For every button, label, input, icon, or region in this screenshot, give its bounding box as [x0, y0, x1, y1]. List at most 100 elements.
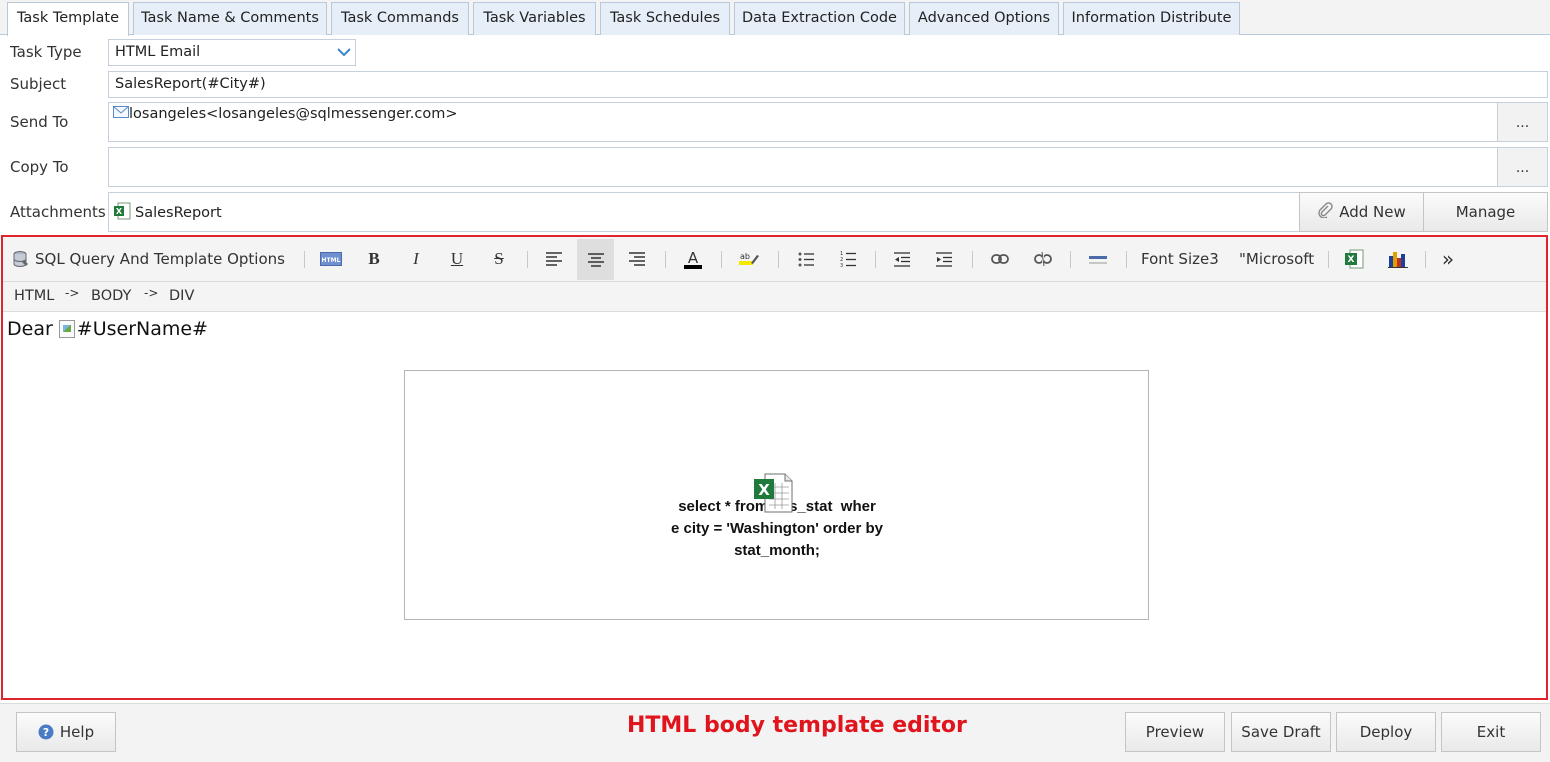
task-type-select[interactable]: HTML Email [108, 39, 356, 66]
save-draft-button[interactable]: Save Draft [1231, 712, 1331, 752]
attachments-label: Attachments [10, 203, 106, 221]
outdent-button[interactable] [889, 245, 915, 273]
strikethrough-button[interactable]: S [486, 245, 512, 273]
numbered-list-button[interactable]: 123 [835, 245, 861, 273]
tab-data-extraction-code[interactable]: Data Extraction Code [734, 2, 905, 35]
attachment-item-salesreport[interactable]: SalesReport [135, 205, 222, 221]
svg-text:HTML: HTML [322, 257, 341, 264]
horizontal-rule-button[interactable] [1085, 245, 1111, 273]
breadcrumb-item-html[interactable]: HTML [14, 288, 54, 304]
add-new-label: Add New [1339, 203, 1406, 221]
add-new-attachment-button[interactable]: Add New [1299, 192, 1424, 232]
copy-to-label: Copy To [10, 158, 69, 176]
toolbar-separator [304, 251, 305, 268]
align-center-button[interactable] [577, 239, 614, 280]
svg-text:X: X [116, 207, 123, 216]
deploy-button[interactable]: Deploy [1336, 712, 1436, 752]
tab-task-variables[interactable]: Task Variables [473, 2, 596, 35]
sql-query-options-label: SQL Query And Template Options [35, 250, 285, 268]
manage-attachments-button[interactable]: Manage [1423, 192, 1548, 232]
query-line: stat_month; [734, 542, 820, 559]
html-source-button[interactable]: HTML [318, 245, 344, 273]
toolbar-separator [875, 251, 876, 268]
element-path-breadcrumb: HTML -> BODY -> DIV [3, 282, 1546, 312]
html-body-editor: SQL Query And Template Options HTML B I … [1, 235, 1548, 700]
italic-button[interactable]: I [403, 245, 429, 273]
tab-task-template[interactable]: Task Template [7, 2, 129, 36]
tab-task-name-comments[interactable]: Task Name & Comments [133, 2, 327, 35]
toolbar-separator [527, 251, 528, 268]
toolbar-separator [665, 251, 666, 268]
help-button[interactable]: ? Help [16, 712, 116, 752]
svg-text:3: 3 [840, 263, 843, 267]
editor-content-area[interactable]: Dear #UserName# select * from s_stat whe… [3, 312, 1546, 698]
insert-excel-table-button[interactable]: X [1341, 245, 1367, 273]
font-color-button[interactable]: A [680, 245, 706, 273]
help-label: Help [59, 723, 95, 741]
copy-to-browse-button[interactable]: ... [1497, 147, 1548, 187]
preview-button[interactable]: Preview [1125, 712, 1225, 752]
paperclip-icon [1317, 202, 1333, 222]
greeting-text: Dear [7, 318, 53, 340]
indent-button[interactable] [931, 245, 957, 273]
svg-text:X: X [1348, 255, 1355, 265]
subject-value: SalesReport(#City#) [115, 76, 266, 92]
greeting-line: Dear #UserName# [7, 318, 208, 340]
copy-to-field[interactable] [108, 147, 1498, 187]
unlink-button[interactable] [1030, 245, 1056, 273]
align-left-button[interactable] [541, 245, 567, 273]
unlink-icon [1034, 251, 1052, 267]
font-name-select[interactable]: "Microsoft [1239, 245, 1314, 273]
toolbar-separator [778, 251, 779, 268]
tab-information-distribute[interactable]: Information Distribute [1063, 2, 1240, 35]
svg-text:A: A [688, 249, 699, 267]
breadcrumb-separator: -> [65, 286, 80, 300]
tab-task-schedules[interactable]: Task Schedules [600, 2, 730, 35]
toolbar-separator [1425, 251, 1426, 268]
svg-text:X: X [758, 481, 770, 499]
insert-chart-button[interactable] [1385, 245, 1411, 273]
font-color-icon: A [683, 249, 703, 269]
insert-link-button[interactable] [987, 245, 1013, 273]
horizontal-rule-icon [1089, 253, 1107, 265]
exit-button[interactable]: Exit [1441, 712, 1541, 752]
numbered-list-icon: 123 [840, 251, 856, 267]
sql-query-options-button[interactable]: SQL Query And Template Options [13, 245, 285, 273]
font-size-select[interactable]: Font Size3 [1141, 245, 1219, 273]
underline-button[interactable]: U [444, 245, 470, 273]
database-icon [13, 250, 29, 268]
align-right-icon [629, 252, 645, 266]
indent-icon [936, 251, 952, 267]
editor-caption: HTML body template editor [627, 713, 967, 738]
outdent-icon [894, 251, 910, 267]
task-type-label: Task Type [10, 43, 82, 61]
breadcrumb-separator: -> [144, 286, 159, 300]
excel-file-icon: X [113, 202, 131, 224]
breadcrumb-item-body[interactable]: BODY [91, 288, 131, 304]
sql-query-table-placeholder[interactable]: select * from s_stat wher e city = 'Wash… [404, 370, 1149, 620]
editor-toolbar: SQL Query And Template Options HTML B I … [3, 237, 1546, 282]
send-to-field[interactable]: losangeles<losangeles@sqlmessenger.com> [108, 102, 1498, 142]
highlight-color-button[interactable]: ab [736, 245, 762, 273]
tab-task-commands[interactable]: Task Commands [331, 2, 469, 35]
subject-input[interactable]: SalesReport(#City#) [108, 71, 1548, 98]
link-icon [991, 254, 1009, 264]
excel-table-icon: X [753, 473, 793, 513]
more-options-button[interactable]: » [1438, 245, 1458, 273]
toolbar-separator [721, 251, 722, 268]
chevron-down-icon[interactable] [333, 40, 355, 65]
attachments-list[interactable]: X SalesReport [108, 192, 1300, 232]
send-to-label: Send To [10, 113, 69, 131]
broken-image-icon [58, 320, 75, 338]
svg-text:ab: ab [740, 252, 750, 261]
query-line: e city = 'Washington' order by [670, 520, 884, 537]
send-to-browse-button[interactable]: ... [1497, 102, 1548, 142]
subject-label: Subject [10, 75, 67, 93]
bold-button[interactable]: B [361, 245, 387, 273]
align-right-button[interactable] [624, 245, 650, 273]
envelope-icon [113, 106, 129, 122]
tab-advanced-options[interactable]: Advanced Options [909, 2, 1059, 35]
align-left-icon [546, 252, 562, 266]
bulleted-list-button[interactable] [793, 245, 819, 273]
breadcrumb-item-div[interactable]: DIV [169, 288, 194, 304]
